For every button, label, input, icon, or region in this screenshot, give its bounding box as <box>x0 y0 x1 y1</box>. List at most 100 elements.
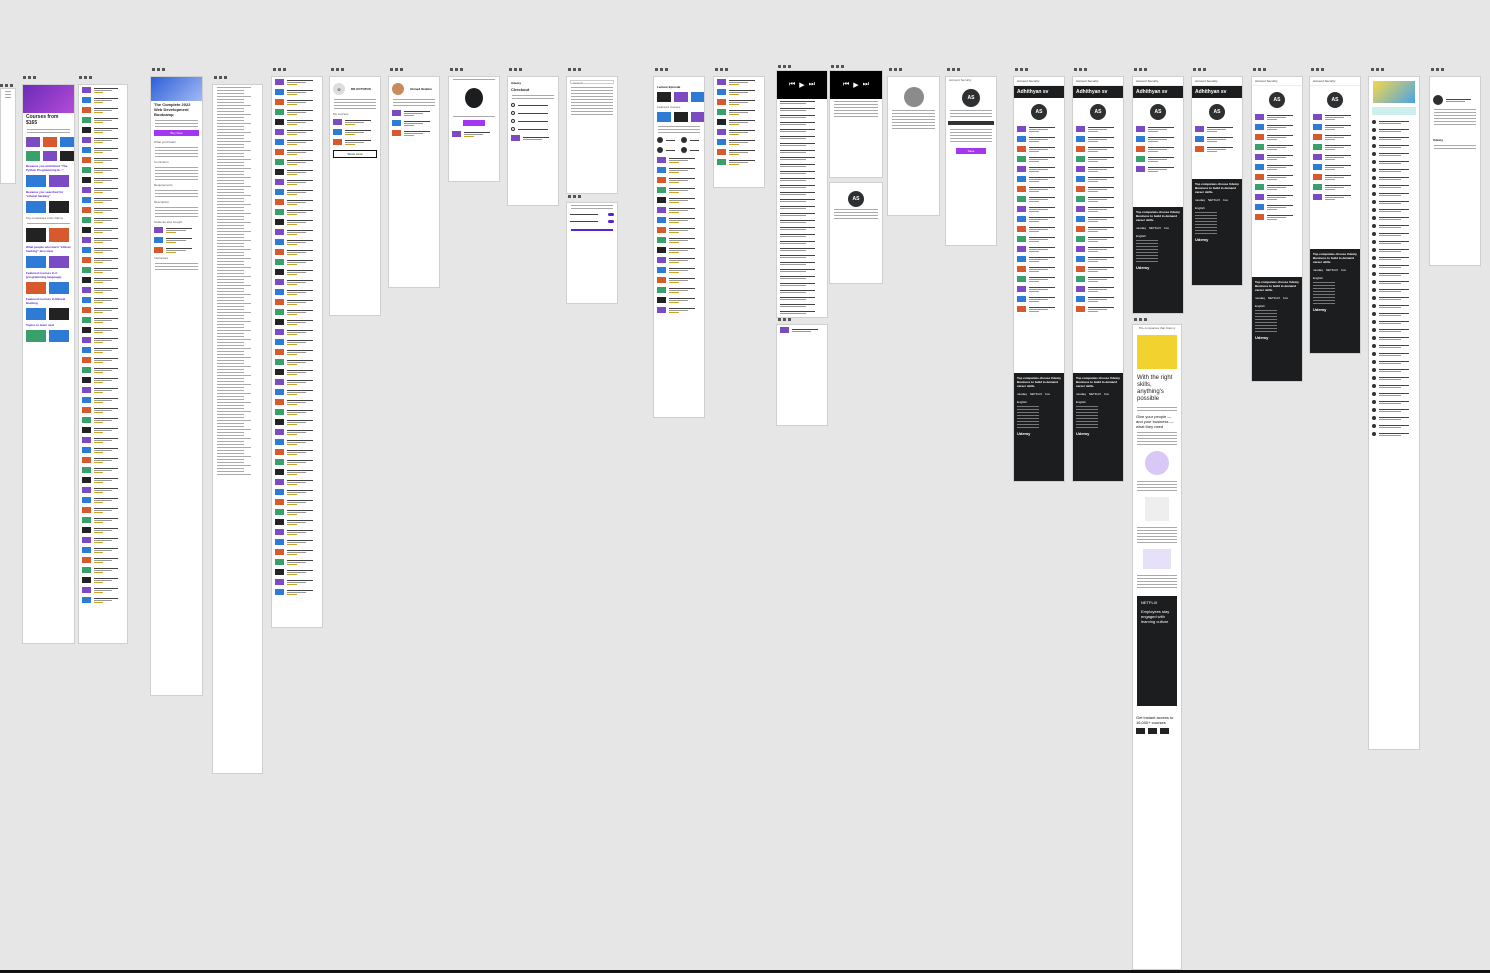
list-item[interactable] <box>272 347 322 357</box>
footer-link[interactable] <box>1136 258 1158 259</box>
list-item[interactable] <box>1073 234 1123 244</box>
list-item[interactable] <box>714 137 764 147</box>
list-item[interactable] <box>1073 254 1123 264</box>
list-item[interactable] <box>79 595 127 605</box>
list-item[interactable] <box>79 425 127 435</box>
list-item[interactable] <box>79 265 127 275</box>
footer-link[interactable] <box>1076 406 1098 407</box>
list-item[interactable] <box>1073 244 1123 254</box>
footer-link[interactable] <box>1255 316 1277 317</box>
list-item[interactable] <box>79 525 127 535</box>
list-item[interactable] <box>272 117 322 127</box>
list-item[interactable] <box>654 255 704 265</box>
list-item[interactable] <box>1014 174 1064 184</box>
list-item[interactable] <box>654 235 704 245</box>
forward-icon[interactable]: ⏭ <box>809 81 815 89</box>
lecture-item[interactable] <box>777 274 827 281</box>
keep-shopping-button[interactable] <box>463 120 485 126</box>
lecture-item[interactable] <box>777 162 827 169</box>
lecture-item[interactable] <box>777 113 827 120</box>
list-item[interactable] <box>1073 274 1123 284</box>
list-item[interactable] <box>79 365 127 375</box>
list-item[interactable] <box>654 165 704 175</box>
qa-item[interactable] <box>1369 182 1419 190</box>
list-item[interactable] <box>1252 172 1302 182</box>
frame-handle[interactable] <box>1074 68 1087 71</box>
lecture-item[interactable] <box>777 232 827 239</box>
list-item[interactable] <box>654 195 704 205</box>
list-item[interactable] <box>79 535 127 545</box>
footer-link[interactable] <box>1136 255 1158 256</box>
list-item[interactable] <box>79 445 127 455</box>
list-item[interactable] <box>272 407 322 417</box>
frame-handle[interactable] <box>1134 318 1147 321</box>
lecture-item[interactable] <box>777 127 827 134</box>
list-item[interactable] <box>272 137 322 147</box>
footer-link[interactable] <box>1255 331 1277 332</box>
list-item[interactable] <box>79 125 127 135</box>
lecture-item[interactable] <box>777 295 827 302</box>
list-item[interactable] <box>272 297 322 307</box>
footer-link[interactable] <box>1076 418 1098 419</box>
selected-menu-row[interactable] <box>948 121 994 125</box>
lecture-item[interactable] <box>777 155 827 162</box>
language-selector[interactable]: English <box>1017 400 1061 404</box>
list-item[interactable] <box>1014 234 1064 244</box>
lecture-item[interactable] <box>777 267 827 274</box>
list-item[interactable] <box>79 215 127 225</box>
qa-item[interactable] <box>1369 390 1419 398</box>
list-item[interactable] <box>714 77 764 87</box>
qa-item[interactable] <box>1369 278 1419 286</box>
footer-link[interactable] <box>1017 418 1039 419</box>
lecture-item[interactable] <box>777 148 827 155</box>
list-item[interactable] <box>79 295 127 305</box>
footer-link[interactable] <box>1313 294 1335 295</box>
qa-item[interactable] <box>1369 118 1419 126</box>
frame-handle[interactable] <box>568 195 581 198</box>
list-item[interactable] <box>1014 274 1064 284</box>
list-item[interactable] <box>714 97 764 107</box>
list-item[interactable] <box>272 227 322 237</box>
qa-item[interactable] <box>1369 334 1419 342</box>
list-item[interactable] <box>1252 182 1302 192</box>
list-item[interactable] <box>1192 124 1242 134</box>
qa-item[interactable] <box>1369 190 1419 198</box>
footer-link[interactable] <box>1017 427 1039 428</box>
lecture-item[interactable] <box>777 204 827 211</box>
footer-link[interactable] <box>1017 421 1039 422</box>
footer-link[interactable] <box>1017 424 1039 425</box>
list-item[interactable] <box>1310 132 1360 142</box>
list-item[interactable] <box>1073 294 1123 304</box>
frame-handle[interactable] <box>1311 68 1324 71</box>
lecture-item[interactable] <box>777 225 827 232</box>
list-item[interactable] <box>1310 142 1360 152</box>
frame-handle[interactable] <box>0 84 13 87</box>
list-item[interactable] <box>1133 124 1183 134</box>
qa-item[interactable] <box>1369 158 1419 166</box>
footer-link[interactable] <box>1313 291 1335 292</box>
lecture-item[interactable] <box>777 176 827 183</box>
list-item[interactable] <box>654 265 704 275</box>
list-item[interactable] <box>1073 134 1123 144</box>
qa-item[interactable] <box>1369 198 1419 206</box>
list-item[interactable] <box>79 255 127 265</box>
qa-item[interactable] <box>1369 174 1419 182</box>
frame-handle[interactable] <box>79 76 92 79</box>
language-selector[interactable]: English <box>1076 400 1120 404</box>
list-item[interactable] <box>654 155 704 165</box>
frame-handle[interactable] <box>568 68 581 71</box>
footer-link[interactable] <box>1136 240 1158 241</box>
list-item[interactable] <box>272 267 322 277</box>
lecture-item[interactable] <box>777 190 827 197</box>
list-item[interactable] <box>272 187 322 197</box>
list-item[interactable] <box>79 335 127 345</box>
lecture-item[interactable] <box>777 183 827 190</box>
list-item[interactable] <box>272 537 322 547</box>
list-item[interactable] <box>1133 134 1183 144</box>
frame-handle[interactable] <box>1371 68 1384 71</box>
list-item[interactable] <box>1014 284 1064 294</box>
lecture-item[interactable] <box>777 253 827 260</box>
toggle-switch[interactable] <box>608 220 614 223</box>
footer-link[interactable] <box>1017 412 1039 413</box>
list-item[interactable] <box>272 377 322 387</box>
